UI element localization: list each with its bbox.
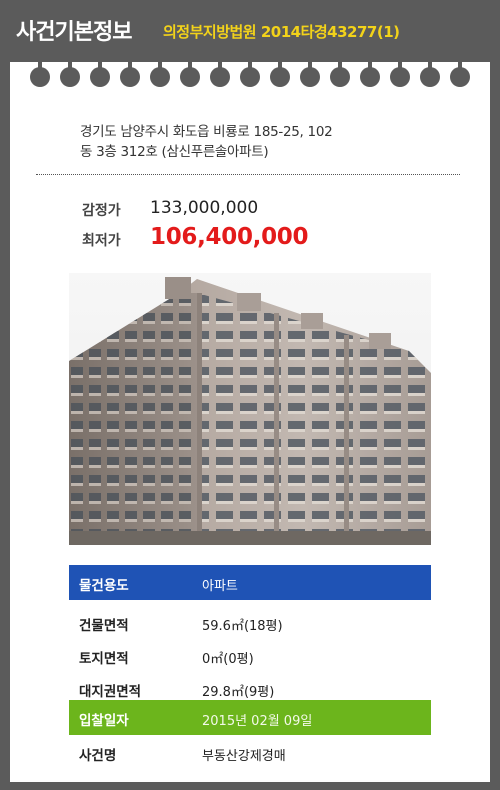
binder-hole-icon	[210, 57, 230, 87]
binder-hole-icon	[270, 57, 290, 87]
land-right-area-label: 대지권면적	[79, 684, 142, 700]
binder-hole-icon	[120, 57, 140, 87]
address-line: 동 3층 312호 (삼신푸른솔아파트)	[80, 144, 269, 160]
binder-hole-icon	[30, 57, 50, 87]
binder-hole-icon	[420, 57, 440, 87]
binder-hole-icon	[180, 57, 200, 87]
land-right-area-value: 29.8㎡(9평)	[202, 685, 275, 700]
usage-row: 물건용도 아파트	[69, 565, 431, 600]
appraisal-label: 감정가	[82, 203, 121, 219]
dotted-divider	[36, 174, 460, 175]
court-case-number: 의정부지방법원 2014타경43277(1)	[163, 23, 400, 41]
case-name-value: 부동산강제경매	[202, 749, 286, 764]
building-area-row: 건물면적 59.6㎡(18평)	[69, 605, 431, 640]
building-area-label: 건물면적	[79, 618, 129, 634]
binder-hole-icon	[90, 57, 110, 87]
binder-hole-icon	[390, 57, 410, 87]
binder-hole-icon	[150, 57, 170, 87]
building-area-value: 59.6㎡(18평)	[202, 619, 283, 634]
binder-hole-icon	[330, 57, 350, 87]
page-title: 사건기본정보	[16, 20, 132, 45]
minimum-value: 106,400,000	[150, 224, 309, 250]
bid-date-label: 입찰일자	[79, 713, 129, 729]
notebook-card: 경기도 남양주시 화도읍 비룡로 185-25, 102 동 3층 312호 (…	[10, 57, 490, 782]
address-line: 경기도 남양주시 화도읍 비룡로 185-25, 102	[80, 124, 333, 140]
usage-label: 물건용도	[79, 578, 129, 594]
usage-value: 아파트	[202, 579, 238, 594]
binder-hole-icon	[60, 57, 80, 87]
property-address: 경기도 남양주시 화도읍 비룡로 185-25, 102 동 3층 312호 (…	[80, 122, 420, 162]
binder-hole-icon	[240, 57, 260, 87]
header: 사건기본정보 의정부지방법원 2014타경43277(1)	[0, 0, 500, 62]
appraisal-value: 133,000,000	[150, 198, 259, 218]
binder-hole-icon	[450, 57, 470, 87]
bid-date-row: 입찰일자 2015년 02월 09일	[69, 700, 431, 735]
building-photo	[69, 273, 431, 545]
land-area-value: 0㎡(0평)	[202, 652, 254, 667]
land-area-label: 토지면적	[79, 651, 129, 667]
binder-hole-icon	[300, 57, 320, 87]
land-area-row: 토지면적 0㎡(0평)	[69, 638, 431, 673]
minimum-label: 최저가	[82, 233, 121, 249]
binder-hole-icon	[360, 57, 380, 87]
case-name-label: 사건명	[79, 748, 117, 764]
bid-date-value: 2015년 02월 09일	[202, 714, 313, 729]
binder-holes	[10, 57, 490, 102]
case-name-row: 사건명 부동산강제경매	[69, 735, 431, 770]
